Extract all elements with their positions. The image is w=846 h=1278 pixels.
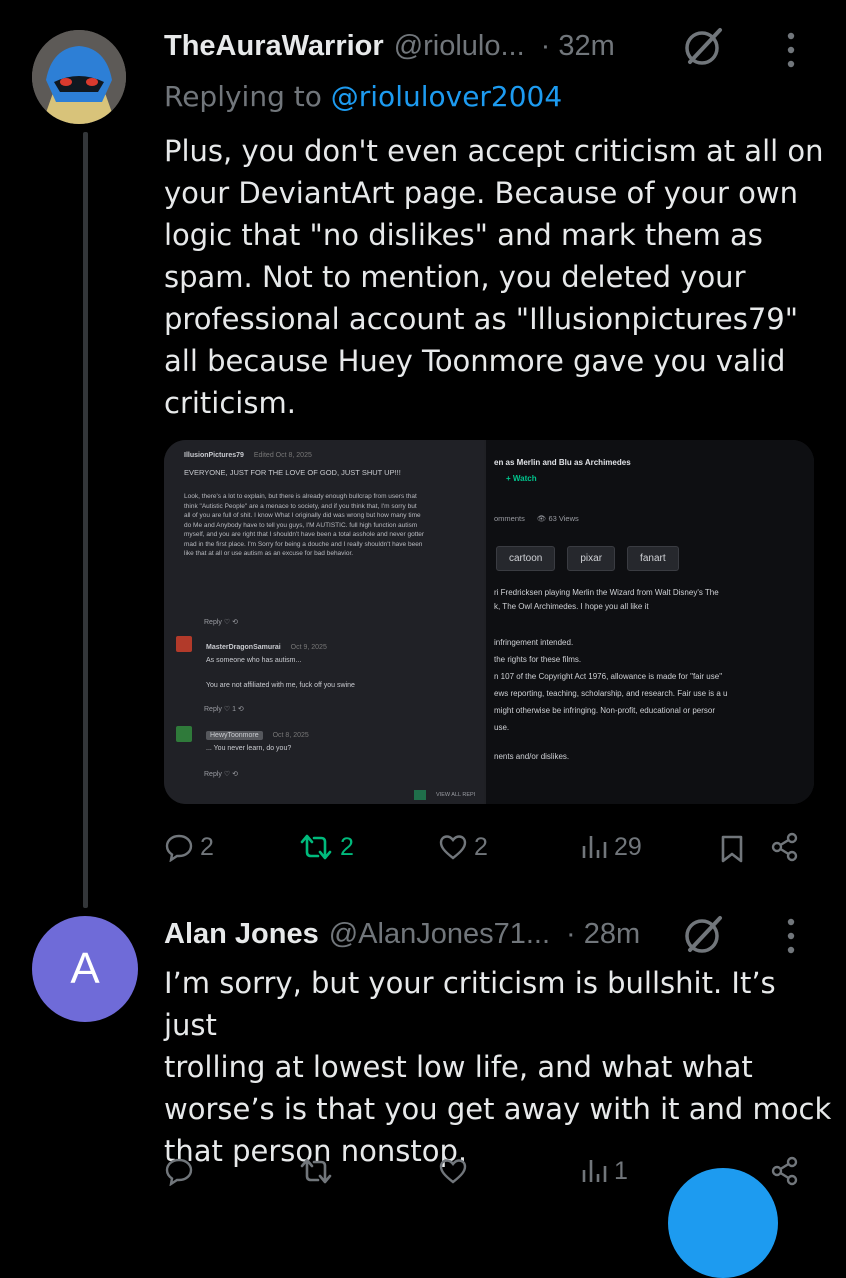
more-options-icon[interactable] (784, 916, 798, 956)
analytics-icon (580, 1156, 608, 1186)
comment-1: MasterDragonSamurai Oct 9, 2025 As someo… (206, 644, 327, 664)
media-author-line: IllusionPictures79 Edited Oct 8, 2025 (184, 452, 312, 459)
comment-3-actions: Reply ♡ ⟲ (204, 771, 238, 778)
repost-button[interactable] (298, 1156, 334, 1186)
watch-button: + Watch (506, 474, 537, 483)
media-body: Look, there's a lot to explain, but ther… (184, 493, 425, 557)
like-button[interactable] (438, 1156, 468, 1186)
deviation-legal: infringement intended. the rights for th… (494, 638, 728, 732)
tweet-text-line: your DeviantArt page. Because of your ow… (164, 176, 798, 210)
commenter-avatar (176, 726, 192, 742)
heart-icon (438, 1156, 468, 1186)
tweet1-header: TheAuraWarrior @riolulo... · 32m (164, 28, 615, 64)
replying-to-handle[interactable]: @riolulover2004 (331, 80, 562, 113)
post-time[interactable]: · 28m (566, 918, 640, 951)
tweet-text-line: spam. Not to mention, you deleted your (164, 260, 746, 294)
views-button[interactable]: 29 (580, 832, 642, 862)
view-all-replies: VIEW ALL REPI (436, 792, 476, 798)
more-options-icon[interactable] (784, 30, 798, 70)
tweet-text-line: I’m sorry, but your criticism is bullshi… (164, 966, 776, 1042)
tweet2-text: I’m sorry, but your criticism is bullshi… (164, 962, 834, 1172)
thread-connector-line (83, 132, 88, 908)
bookmark-icon[interactable] (720, 834, 744, 864)
deviation-footer: nents and/or dislikes. (494, 752, 570, 761)
view-count: 1 (614, 1156, 628, 1185)
grok-icon[interactable] (682, 24, 726, 68)
reply-count: 2 (200, 832, 214, 861)
post-time[interactable]: · 32m (541, 30, 615, 63)
deviation-description: ri Fredricksen playing Merlin the Wizard… (494, 588, 719, 611)
views-button[interactable]: 1 (580, 1156, 628, 1186)
analytics-icon (580, 832, 608, 862)
deviation-title: en as Merlin and Blu as Archimedes (494, 458, 631, 467)
tweet-text-line: that person nonstop. (164, 1134, 468, 1168)
author-name[interactable]: Alan Jones (164, 918, 319, 951)
repost-button[interactable]: 2 (298, 832, 354, 862)
deviation-tags: cartoon pixar fanart (496, 546, 679, 571)
repost-icon (298, 1156, 334, 1186)
deviation-stats: omments 👁 63 Views (494, 514, 579, 523)
reply-button[interactable] (164, 1156, 194, 1186)
comment-3: HewyToonmore Oct 8, 2025 ... You never l… (206, 731, 309, 752)
media-left-panel: IllusionPictures79 Edited Oct 8, 2025 EV… (164, 440, 484, 804)
reply-icon (164, 832, 194, 862)
author-handle[interactable]: @riolulo... (394, 30, 525, 63)
tag: pixar (567, 546, 616, 571)
repost-count: 2 (340, 832, 354, 861)
tweet2-header: Alan Jones @AlanJones71... · 28m (164, 916, 640, 952)
share-icon[interactable] (770, 832, 800, 862)
author-name[interactable]: TheAuraWarrior (164, 30, 384, 63)
tweet-text-line: criticism. (164, 386, 296, 420)
tag: fanart (627, 546, 679, 571)
view-count: 29 (614, 832, 642, 861)
reply-button[interactable]: 2 (164, 832, 214, 862)
avatar-theaurawarrior[interactable] (32, 30, 126, 124)
like-count: 2 (474, 832, 488, 861)
media-edited: Edited Oct 8, 2025 (253, 452, 312, 459)
tweet1-text: Plus, you don't even accept criticism at… (164, 130, 824, 424)
tweet-text-line: trolling at lowest low life, and what wh… (164, 1050, 753, 1084)
compose-fab-button[interactable] (668, 1168, 778, 1278)
tweet-text-line: all because Huey Toonmore gave you valid (164, 344, 786, 378)
comment-2: You are not affiliated with me, fuck off… (206, 682, 355, 689)
repost-icon (298, 832, 334, 862)
view-all-icon (414, 790, 426, 800)
media-author: IllusionPictures79 (184, 452, 244, 459)
reply-icon (164, 1156, 194, 1186)
tweet-text-line: Plus, you don't even accept criticism at… (164, 134, 824, 168)
grok-icon[interactable] (682, 912, 726, 956)
tweet-text-line: worse’s is that you get away with it and… (164, 1092, 832, 1126)
media-reply-label: Reply ♡ ⟲ (204, 619, 238, 626)
tweet-media-image[interactable]: IllusionPictures79 Edited Oct 8, 2025 EV… (164, 440, 814, 804)
commenter-avatar (176, 636, 192, 652)
media-headline: EVERYONE, JUST FOR THE LOVE OF GOD, JUST… (184, 468, 401, 477)
share-icon[interactable] (770, 1156, 800, 1186)
replying-to-line: Replying to @riolulover2004 (164, 80, 562, 113)
tweet-text-line: logic that "no dislikes" and mark them a… (164, 218, 763, 252)
media-right-panel: en as Merlin and Blu as Archimedes + Wat… (486, 440, 814, 804)
like-button[interactable]: 2 (438, 832, 488, 862)
replying-to-prefix: Replying to (164, 80, 331, 113)
comment-2-actions: Reply ♡ 1 ⟲ (204, 706, 244, 713)
author-handle[interactable]: @AlanJones71... (329, 918, 550, 951)
avatar-alan-jones[interactable]: A (32, 916, 138, 1022)
heart-icon (438, 832, 468, 862)
tweet-text-line: professional account as "Illusionpicture… (164, 302, 799, 336)
tag: cartoon (496, 546, 556, 571)
